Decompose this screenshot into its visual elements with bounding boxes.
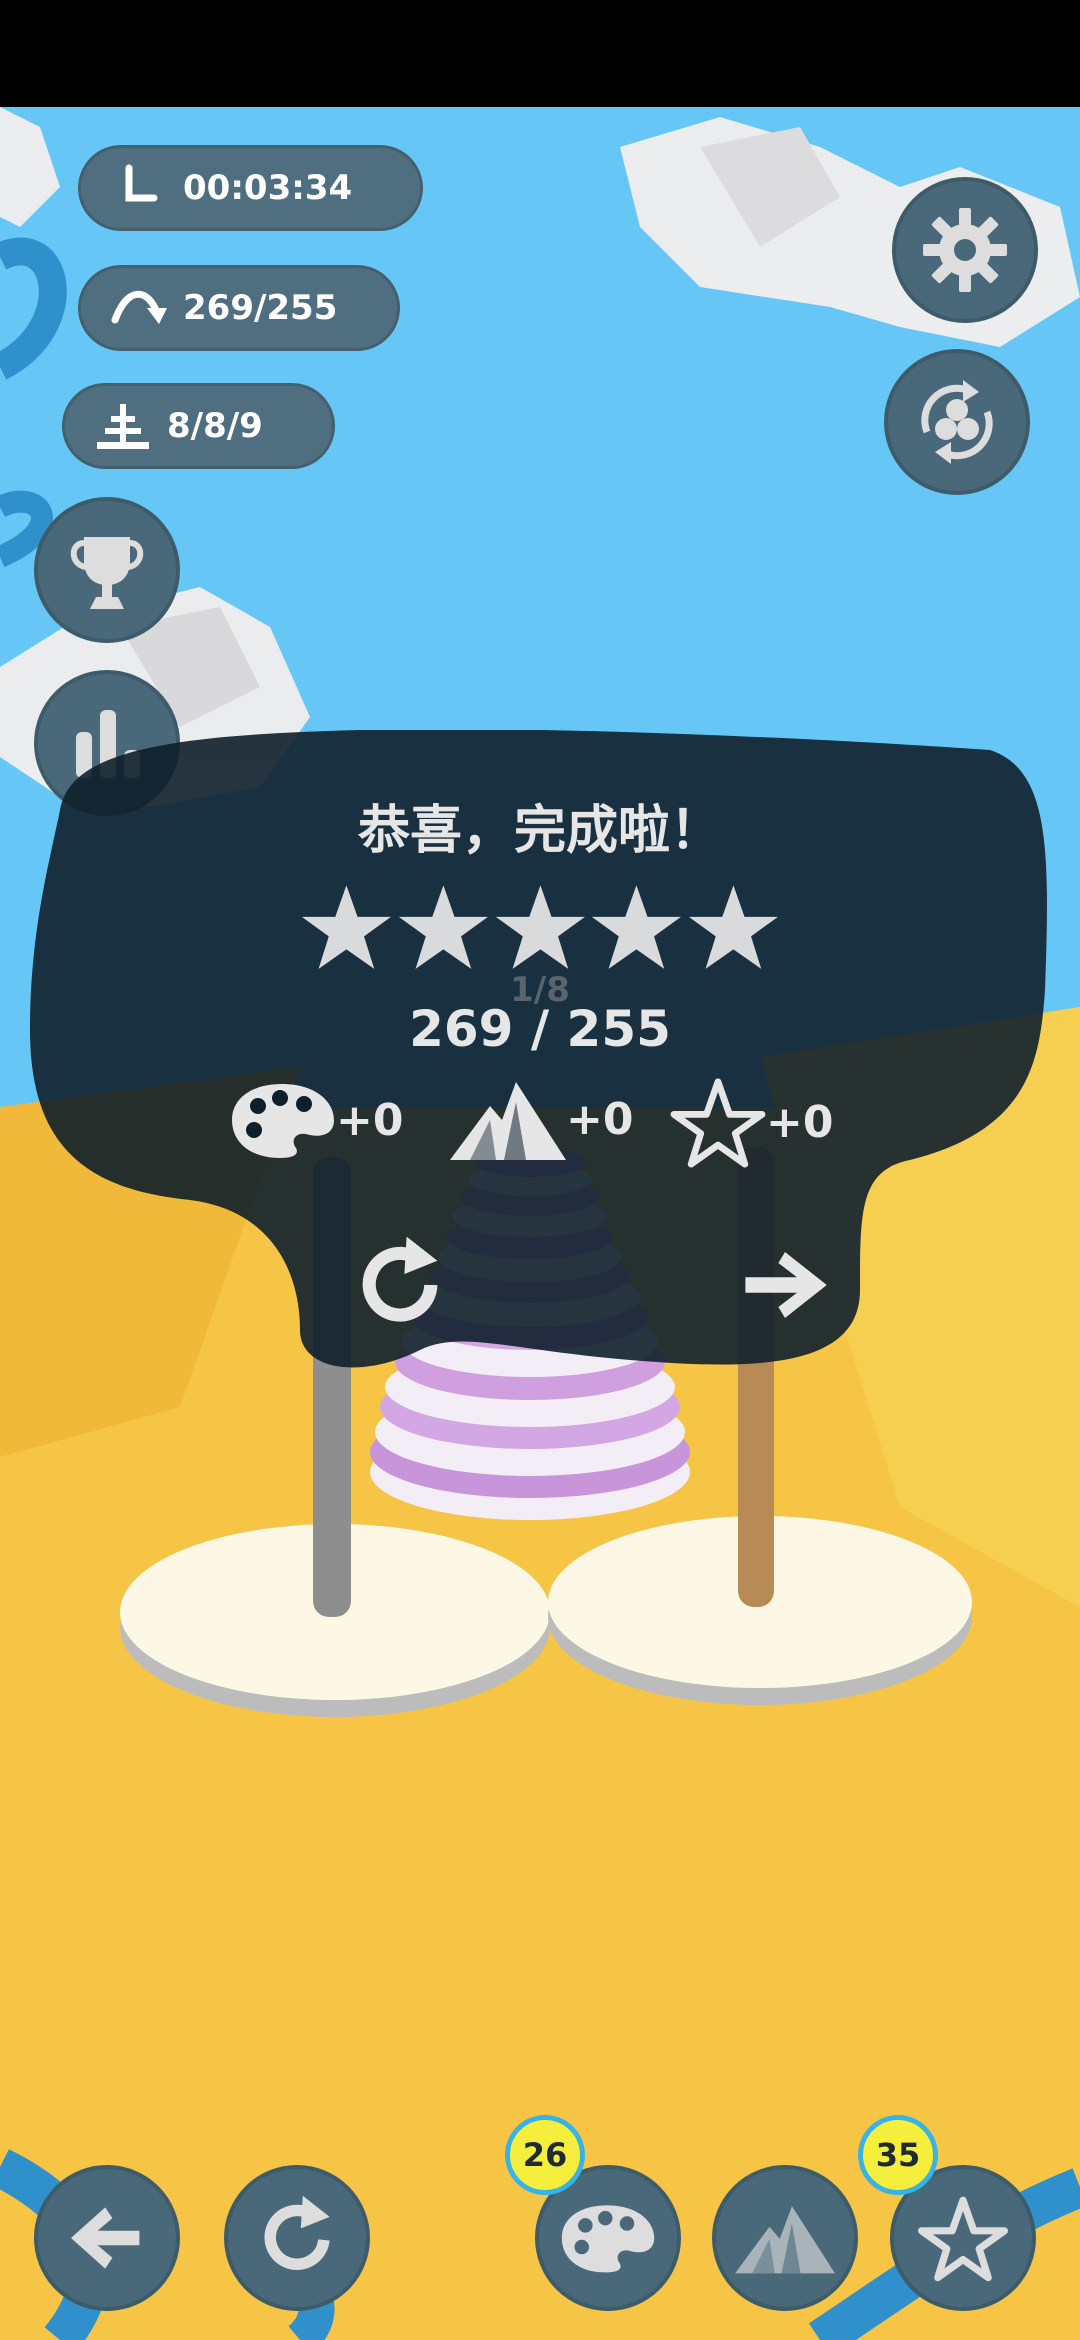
star-reward: +0 bbox=[670, 1076, 833, 1168]
palette-reward: +0 bbox=[230, 1080, 403, 1160]
restart-icon bbox=[264, 2195, 330, 2270]
palette-icon bbox=[561, 2205, 655, 2273]
level-value: 8/8/9 bbox=[167, 406, 263, 446]
mountain-icon bbox=[735, 2206, 835, 2274]
trophy-button[interactable] bbox=[34, 497, 180, 643]
star-rating bbox=[300, 880, 780, 980]
restart-button[interactable] bbox=[224, 2165, 370, 2311]
replay-icon bbox=[362, 1236, 438, 1322]
settings-button[interactable] bbox=[892, 177, 1038, 323]
star-count-badge: 35 bbox=[858, 2115, 938, 2195]
star-outline-icon bbox=[670, 1078, 766, 1168]
mountain-reward: +0 bbox=[450, 1076, 633, 1162]
trophy-icon bbox=[70, 537, 144, 609]
timer-pill: 00:03:34 bbox=[78, 145, 423, 231]
star-icon bbox=[301, 885, 391, 969]
status-bar bbox=[0, 0, 1080, 107]
star-icon bbox=[398, 885, 488, 969]
star-reward-value: +0 bbox=[766, 1096, 834, 1148]
color-cycle-button[interactable] bbox=[884, 349, 1030, 495]
clock-icon bbox=[125, 164, 158, 202]
palette-count-badge: 26 bbox=[505, 2115, 585, 2195]
mountain-button[interactable] bbox=[712, 2165, 858, 2311]
result-panel: 恭喜，完成啦！ 1/8 269 / 255 +0 +0 +0 bbox=[30, 730, 1050, 1370]
back-button[interactable] bbox=[34, 2165, 180, 2311]
moves-pill: 269/255 bbox=[78, 265, 400, 351]
star-outline-icon bbox=[918, 2196, 1008, 2282]
star-icon bbox=[592, 885, 682, 969]
next-button[interactable] bbox=[730, 1230, 840, 1340]
palette-reward-value: +0 bbox=[336, 1094, 404, 1146]
mountain-icon bbox=[450, 1082, 566, 1160]
star-icon bbox=[689, 885, 779, 969]
replay-button[interactable] bbox=[345, 1230, 455, 1340]
arrow-right-icon bbox=[745, 1252, 827, 1318]
timer-value: 00:03:34 bbox=[183, 168, 353, 208]
result-title: 恭喜，完成啦！ bbox=[357, 801, 722, 861]
gear-icon bbox=[923, 208, 1007, 292]
result-score: 269 / 255 bbox=[409, 1000, 671, 1058]
star-icon bbox=[495, 885, 585, 969]
color-cycle-icon bbox=[921, 380, 993, 464]
mountain-reward-value: +0 bbox=[566, 1093, 634, 1145]
moves-value: 269/255 bbox=[183, 288, 338, 328]
palette-icon bbox=[232, 1084, 334, 1158]
arrow-left-icon bbox=[71, 2207, 140, 2269]
tower-icon bbox=[97, 404, 149, 449]
moves-arrow-icon bbox=[111, 290, 167, 324]
level-pill: 8/8/9 bbox=[62, 383, 335, 469]
